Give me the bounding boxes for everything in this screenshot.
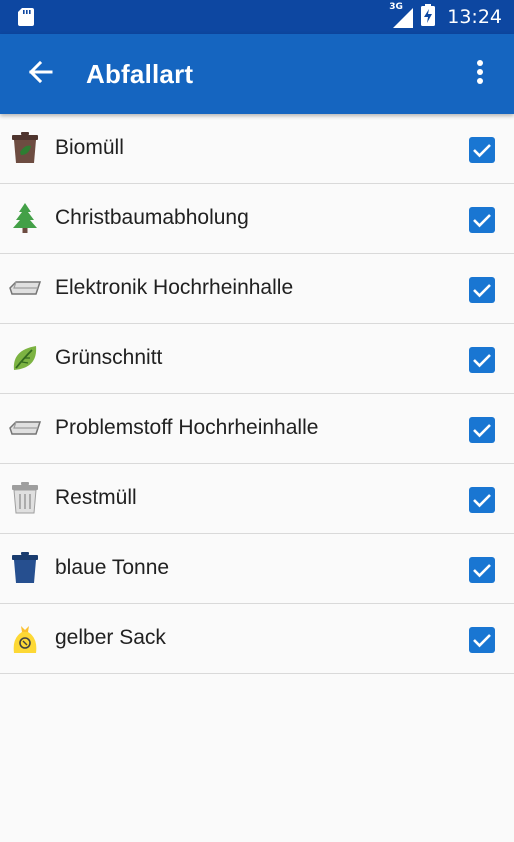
item-label: Elektronik Hochrheinhalle: [55, 276, 294, 299]
item-label: Grünschnitt: [55, 346, 163, 369]
sd-card-icon: [18, 8, 34, 31]
item-checkbox[interactable]: [469, 277, 495, 303]
app-bar: Abfallart: [0, 34, 514, 114]
hazardous-tray-icon: [8, 411, 42, 445]
grey-bin-icon: [8, 481, 42, 515]
list-item[interactable]: Christbaumabholung: [0, 184, 514, 254]
item-label: Restmüll: [55, 486, 137, 509]
check-icon: [473, 424, 491, 438]
item-checkbox[interactable]: [469, 137, 495, 163]
item-checkbox[interactable]: [469, 487, 495, 513]
list-item[interactable]: Grünschnitt: [0, 324, 514, 394]
christmas-tree-icon: [8, 201, 42, 235]
brown-bin-icon: [8, 131, 42, 165]
overflow-menu-button[interactable]: [456, 50, 504, 98]
item-label: gelber Sack: [55, 626, 166, 649]
back-button[interactable]: [16, 50, 64, 98]
item-label: Christbaumabholung: [55, 206, 249, 229]
yellow-sack-icon: [8, 621, 42, 655]
list-item[interactable]: Problemstoff Hochrheinhalle: [0, 394, 514, 464]
arrow-back-icon: [27, 60, 53, 89]
list-item[interactable]: Elektronik Hochrheinhalle: [0, 254, 514, 324]
list-item[interactable]: Restmüll: [0, 464, 514, 534]
item-checkbox[interactable]: [469, 347, 495, 373]
item-label: Biomüll: [55, 136, 124, 159]
list-item[interactable]: gelber Sack: [0, 604, 514, 674]
list-item[interactable]: blaue Tonne: [0, 534, 514, 604]
page-title: Abfallart: [86, 59, 194, 89]
check-icon: [473, 214, 491, 228]
item-checkbox[interactable]: [469, 207, 495, 233]
check-icon: [473, 354, 491, 368]
item-checkbox[interactable]: [469, 417, 495, 443]
leaf-icon: [8, 341, 42, 375]
electronics-tray-icon: [8, 271, 42, 305]
check-icon: [473, 144, 491, 158]
item-label: Problemstoff Hochrheinhalle: [55, 416, 319, 439]
check-icon: [473, 494, 491, 508]
check-icon: [473, 634, 491, 648]
check-icon: [473, 564, 491, 578]
item-checkbox[interactable]: [469, 627, 495, 653]
status-bar: 3G 13:24: [0, 0, 514, 34]
waste-type-list: Biomüll Christbaumabholung Elektronik Ho…: [0, 114, 514, 674]
check-icon: [473, 284, 491, 298]
list-item[interactable]: Biomüll: [0, 114, 514, 184]
battery-icon: [421, 3, 436, 31]
blue-bin-icon: [8, 551, 42, 585]
more-vert-icon: [476, 59, 484, 90]
network-type: 3G: [389, 2, 403, 12]
item-label: blaue Tonne: [55, 556, 170, 579]
signal-icon: 3G: [389, 2, 414, 28]
clock: 13:24: [447, 6, 502, 28]
item-checkbox[interactable]: [469, 557, 495, 583]
